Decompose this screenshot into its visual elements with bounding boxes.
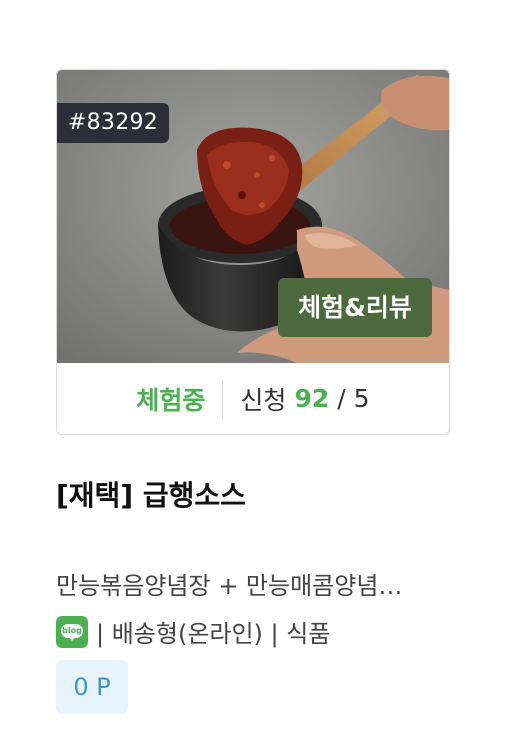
- blog-icon-tail: [69, 636, 75, 641]
- campaign-meta: blog | 배송형(온라인) | 식품: [56, 614, 330, 649]
- product-photo[interactable]: #83292 체험&리뷰: [57, 70, 449, 363]
- campaign-id-badge: #83292: [57, 103, 169, 143]
- campaign-type-badge: 체험&리뷰: [278, 278, 432, 337]
- campaign-meta-text: | 배송형(온라인) | 식품: [96, 620, 331, 648]
- blog-icon-label: blog: [61, 623, 83, 638]
- apply-label: 신청: [240, 385, 287, 415]
- apply-limit: 5: [353, 384, 370, 413]
- status-divider: [222, 379, 224, 418]
- points-badge: 0 P: [56, 660, 128, 714]
- apply-slash: /: [337, 384, 346, 413]
- campaign-card[interactable]: #83292 체험&리뷰 체험중 신청 92 / 5: [56, 69, 450, 435]
- apply-count: 92: [294, 384, 330, 413]
- blog-icon: blog: [56, 615, 88, 648]
- campaign-description: 만능볶음양념장 + 만능매콤양념…: [56, 572, 403, 600]
- status-label: 체험중: [136, 385, 206, 415]
- status-bar: 체험중 신청 92 / 5: [57, 363, 449, 434]
- campaign-title[interactable]: [재택] 급행소스: [56, 474, 246, 514]
